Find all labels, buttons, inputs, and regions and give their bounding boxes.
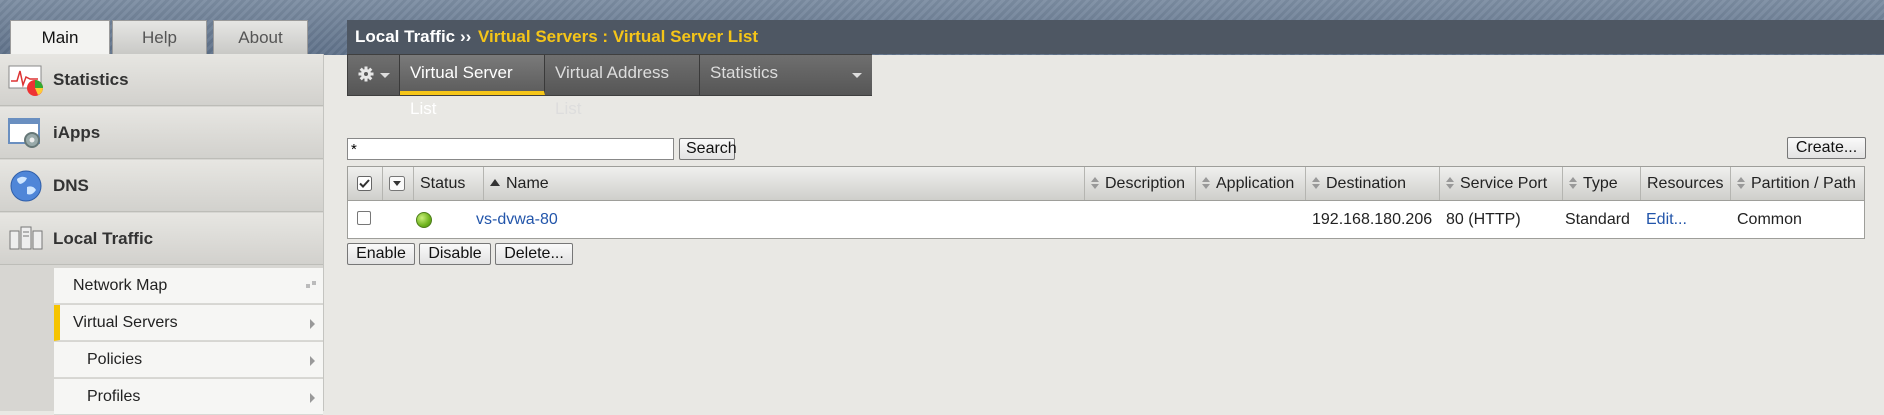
- column-label: Application: [1216, 175, 1295, 192]
- subtab-bar: Virtual Server List Virtual Address List…: [347, 54, 872, 118]
- sidebar-subitem-label: Profiles: [87, 388, 141, 405]
- column-label: Destination: [1326, 175, 1407, 192]
- select-all-cell: [348, 167, 383, 200]
- sidebar-item-label: Statistics: [53, 70, 129, 89]
- tab-statistics-label: Statistics: [710, 63, 779, 82]
- chevron-right-icon: [310, 393, 315, 403]
- sidebar-item-label: iApps: [53, 123, 101, 142]
- tab-statistics[interactable]: Statistics: [700, 55, 872, 95]
- iapps-icon: [8, 118, 40, 148]
- sidebar-item-label: Local Traffic: [53, 229, 154, 248]
- sort-icon: [1091, 177, 1099, 189]
- cell-type: Standard: [1565, 211, 1630, 228]
- column-header-destination[interactable]: Destination: [1306, 167, 1440, 200]
- column-header-application[interactable]: Application: [1196, 167, 1306, 200]
- column-header-status[interactable]: Status: [414, 167, 484, 200]
- tab-help[interactable]: Help: [112, 20, 207, 54]
- enable-button[interactable]: Enable: [347, 243, 415, 265]
- sort-icon: [1202, 177, 1210, 189]
- breadcrumb-current: Virtual Servers : Virtual Server List: [478, 27, 759, 46]
- sidebar-subitem-network-map[interactable]: Network Map: [54, 268, 323, 304]
- tab-about[interactable]: About: [213, 20, 308, 54]
- select-all-checkbox[interactable]: [357, 176, 372, 191]
- sidebar-subitem-label: Virtual Servers: [73, 314, 178, 331]
- sidebar-subitem-policies[interactable]: Policies: [54, 342, 323, 378]
- column-label: Partition / Path: [1751, 175, 1856, 192]
- column-label: Description: [1105, 175, 1186, 192]
- create-button[interactable]: Create...: [1787, 137, 1866, 159]
- chevron-right-icon: [310, 319, 315, 329]
- breadcrumb: Local Traffic ›› Virtual Servers : Virtu…: [347, 20, 1884, 54]
- tab-virtual-server-list[interactable]: Virtual Server List: [400, 55, 545, 118]
- bulk-menu-dropdown[interactable]: [389, 176, 405, 191]
- cell-service-port: 80 (HTTP): [1446, 211, 1521, 228]
- gear-icon: [358, 66, 374, 82]
- column-label: Name: [506, 175, 549, 192]
- network-map-icon: [306, 281, 316, 288]
- cell-destination: 192.168.180.206: [1312, 211, 1433, 228]
- chevron-right-icon: [310, 356, 315, 366]
- edit-resources-link[interactable]: Edit...: [1646, 201, 1687, 238]
- virtual-server-table: Status Name Description Application Dest…: [347, 166, 1865, 239]
- row-checkbox[interactable]: [357, 211, 371, 225]
- tab-virtual-address-list[interactable]: Virtual Address List: [545, 55, 700, 118]
- globe-icon: [10, 170, 42, 202]
- chevron-down-icon: [380, 73, 390, 78]
- sidebar-item-dns[interactable]: DNS: [0, 160, 323, 212]
- column-label: Resources: [1647, 175, 1724, 192]
- sort-icon: [1312, 177, 1320, 189]
- sidebar: Statistics iApps DNS Local Traffic Netwo…: [0, 54, 324, 415]
- local-traffic-icon: [9, 226, 43, 250]
- column-header-partition-path[interactable]: Partition / Path: [1731, 167, 1864, 200]
- column-header-service-port[interactable]: Service Port: [1440, 167, 1563, 200]
- sort-icon: [1446, 177, 1454, 189]
- statistics-icon: [8, 65, 43, 96]
- table-header: Status Name Description Application Dest…: [348, 167, 1864, 201]
- column-header-description[interactable]: Description: [1085, 167, 1196, 200]
- column-label: Service Port: [1460, 175, 1548, 192]
- bulk-menu-cell: [383, 167, 414, 200]
- settings-menu-button[interactable]: [348, 55, 400, 95]
- sidebar-item-local-traffic[interactable]: Local Traffic: [0, 213, 323, 265]
- sort-ascending-icon: [490, 179, 500, 186]
- sidebar-subitem-label: Policies: [87, 351, 143, 368]
- sidebar-subitem-label: Network Map: [73, 277, 168, 294]
- column-label: Status: [420, 175, 466, 192]
- delete-button[interactable]: Delete...: [495, 243, 573, 265]
- tab-main[interactable]: Main: [10, 20, 110, 56]
- breadcrumb-separator: ››: [460, 27, 472, 46]
- sort-icon: [1737, 177, 1745, 189]
- sidebar-item-statistics[interactable]: Statistics: [0, 54, 323, 106]
- sidebar-subitem-virtual-servers[interactable]: Virtual Servers: [54, 305, 323, 341]
- virtual-server-name-link[interactable]: vs-dvwa-80: [476, 201, 558, 238]
- sidebar-item-label: DNS: [53, 176, 89, 195]
- disable-button[interactable]: Disable: [419, 243, 491, 265]
- search-input[interactable]: [347, 138, 674, 160]
- breadcrumb-root[interactable]: Local Traffic: [355, 20, 455, 54]
- column-header-resources: Resources: [1641, 167, 1731, 200]
- sidebar-item-iapps[interactable]: iApps: [0, 107, 323, 159]
- cell-partition: Common: [1737, 211, 1802, 228]
- column-header-type[interactable]: Type: [1563, 167, 1641, 200]
- column-label: Type: [1583, 175, 1618, 192]
- chevron-down-icon: [852, 73, 862, 78]
- column-header-name[interactable]: Name: [484, 167, 1085, 200]
- search-button[interactable]: Search: [679, 138, 737, 160]
- status-available-icon: [416, 212, 432, 228]
- sidebar-subitem-profiles[interactable]: Profiles: [54, 379, 323, 415]
- sort-icon: [1569, 177, 1577, 189]
